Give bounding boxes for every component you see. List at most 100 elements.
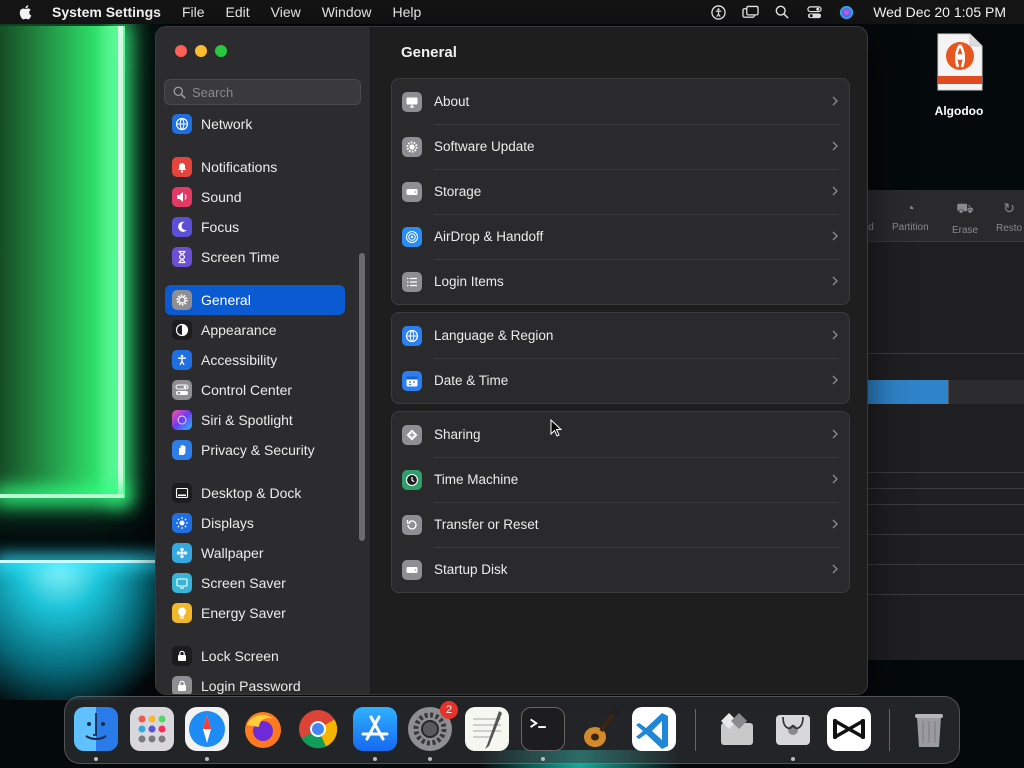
- sidebar-item-label: Lock Screen: [201, 648, 279, 664]
- wallpaper-green-edge: [118, 26, 123, 498]
- apple-menu-icon[interactable]: [18, 4, 34, 20]
- menu-help[interactable]: Help: [393, 4, 422, 20]
- sidebar-item-displays[interactable]: Displays: [165, 508, 345, 538]
- row-about[interactable]: About: [392, 79, 849, 124]
- sidebar-item-label: Energy Saver: [201, 605, 286, 621]
- row-transfer-reset[interactable]: Transfer or Reset: [392, 502, 849, 547]
- bg-divider: [868, 488, 1024, 489]
- bg-tool-first[interactable]: id: [868, 200, 874, 233]
- launchpad-icon[interactable]: [130, 707, 174, 751]
- sidebar-item-focus[interactable]: Focus: [165, 212, 345, 242]
- terminal-icon[interactable]: [521, 707, 565, 751]
- drive-icon: [402, 181, 422, 202]
- screen-mirroring-icon[interactable]: [741, 3, 759, 21]
- zoom-window-button[interactable]: [215, 45, 227, 57]
- sidebar-item-screen-saver[interactable]: Screen Saver: [165, 568, 345, 598]
- row-date-time[interactable]: Date & Time: [392, 358, 849, 403]
- chrome-icon[interactable]: [296, 707, 340, 751]
- system-settings-icon[interactable]: 2: [408, 701, 458, 751]
- row-time-machine[interactable]: Time Machine: [392, 457, 849, 502]
- sidebar-scrollbar[interactable]: [359, 253, 365, 541]
- row-software-update[interactable]: Software Update: [392, 124, 849, 169]
- bg-divider: [868, 594, 1024, 595]
- sidebar-item-lock-screen[interactable]: Lock Screen: [165, 641, 345, 671]
- settings-main-pane: General About Software Update Storage Ai…: [371, 27, 867, 694]
- running-indicator: [373, 757, 377, 761]
- desktop-icon-algodoo[interactable]: Algodoo: [926, 32, 992, 118]
- row-language-region[interactable]: Language & Region: [392, 313, 849, 358]
- capcut-icon[interactable]: [827, 707, 871, 751]
- search-input[interactable]: [192, 84, 352, 100]
- chevron-right-icon: [832, 96, 838, 106]
- disk-icon: [402, 559, 422, 580]
- menu-edit[interactable]: Edit: [226, 4, 250, 20]
- trash-icon[interactable]: [907, 707, 951, 751]
- siri-icon[interactable]: [837, 3, 855, 21]
- appstore-icon[interactable]: [353, 707, 397, 751]
- chevron-right-icon: [832, 330, 838, 340]
- sidebar-item-label: Network: [201, 116, 253, 132]
- textedit-icon[interactable]: [465, 707, 509, 751]
- garageband-icon[interactable]: [577, 707, 621, 751]
- bg-tool-partition[interactable]: ◔ Partition: [892, 200, 929, 233]
- settings-sidebar: Network Notifications Sound Focus Screen…: [156, 27, 371, 694]
- row-startup-disk[interactable]: Startup Disk: [392, 547, 849, 592]
- bg-tool-restore[interactable]: ↻ Resto: [996, 200, 1022, 234]
- menu-view[interactable]: View: [271, 4, 301, 20]
- accessibility-icon: [172, 350, 192, 370]
- globe-icon: [172, 114, 192, 134]
- row-label: Transfer or Reset: [434, 517, 539, 532]
- bootcamp-icon[interactable]: [715, 707, 759, 751]
- computer-icon: [402, 91, 422, 112]
- finder-icon[interactable]: [74, 707, 118, 751]
- bg-usage-bar-free: [948, 380, 1024, 404]
- sidebar-item-appearance[interactable]: Appearance: [165, 315, 345, 345]
- row-airdrop-handoff[interactable]: AirDrop & Handoff: [392, 214, 849, 259]
- sidebar-item-sound[interactable]: Sound: [165, 182, 345, 212]
- page-title: General: [401, 44, 457, 61]
- sidebar-item-notifications[interactable]: Notifications: [165, 152, 345, 182]
- firefox-icon[interactable]: [241, 707, 285, 751]
- padlock-icon: [172, 676, 192, 694]
- spotlight-search-icon[interactable]: [773, 3, 791, 21]
- row-label: About: [434, 94, 470, 109]
- menu-clock[interactable]: Wed Dec 20 1:05 PM: [873, 4, 1006, 20]
- sidebar-item-energy-saver[interactable]: Energy Saver: [165, 598, 345, 628]
- settings-group-system: About Software Update Storage AirDrop & …: [391, 78, 850, 305]
- vscode-icon[interactable]: [632, 707, 676, 751]
- screensaver-icon: [172, 573, 192, 593]
- bg-divider: [868, 353, 1024, 354]
- sidebar-item-privacy-security[interactable]: Privacy & Security: [165, 435, 345, 465]
- sidebar-item-login-password[interactable]: Login Password: [165, 671, 345, 694]
- row-sharing[interactable]: Sharing: [392, 412, 849, 457]
- accessibility-status-icon[interactable]: [709, 3, 727, 21]
- sidebar-item-accessibility[interactable]: Accessibility: [165, 345, 345, 375]
- sidebar-item-wallpaper[interactable]: Wallpaper: [165, 538, 345, 568]
- disk-utility-icon[interactable]: [771, 707, 815, 751]
- bg-tool-erase[interactable]: ⛟ Erase: [952, 200, 978, 236]
- menu-file[interactable]: File: [182, 4, 205, 20]
- sidebar-item-siri-spotlight[interactable]: Siri & Spotlight: [165, 405, 345, 435]
- row-login-items[interactable]: Login Items: [392, 259, 849, 304]
- running-indicator: [541, 757, 545, 761]
- calendar-icon: [402, 370, 422, 391]
- row-label: Language & Region: [434, 328, 554, 343]
- safari-icon[interactable]: [185, 707, 229, 751]
- row-storage[interactable]: Storage: [392, 169, 849, 214]
- sidebar-item-screen-time[interactable]: Screen Time: [165, 242, 345, 272]
- sidebar-item-general[interactable]: General: [165, 285, 345, 315]
- sidebar-item-desktop-dock[interactable]: Desktop & Dock: [165, 478, 345, 508]
- close-window-button[interactable]: [175, 45, 187, 57]
- car-icon: ⛟: [956, 200, 974, 216]
- menu-status-area: Wed Dec 20 1:05 PM: [709, 0, 1006, 24]
- running-indicator: [791, 757, 795, 761]
- control-center-icon[interactable]: [805, 3, 823, 21]
- menu-window[interactable]: Window: [322, 4, 372, 20]
- reset-icon: [402, 514, 422, 535]
- menu-app-name[interactable]: System Settings: [52, 4, 161, 20]
- minimize-window-button[interactable]: [195, 45, 207, 57]
- sidebar-item-control-center[interactable]: Control Center: [165, 375, 345, 405]
- sidebar-item-network[interactable]: Network: [165, 111, 345, 139]
- sidebar-item-label: Screen Saver: [201, 575, 286, 591]
- background-disk-utility-window[interactable]: id ◔Partition ⛟Erase ↻Resto: [868, 190, 1024, 660]
